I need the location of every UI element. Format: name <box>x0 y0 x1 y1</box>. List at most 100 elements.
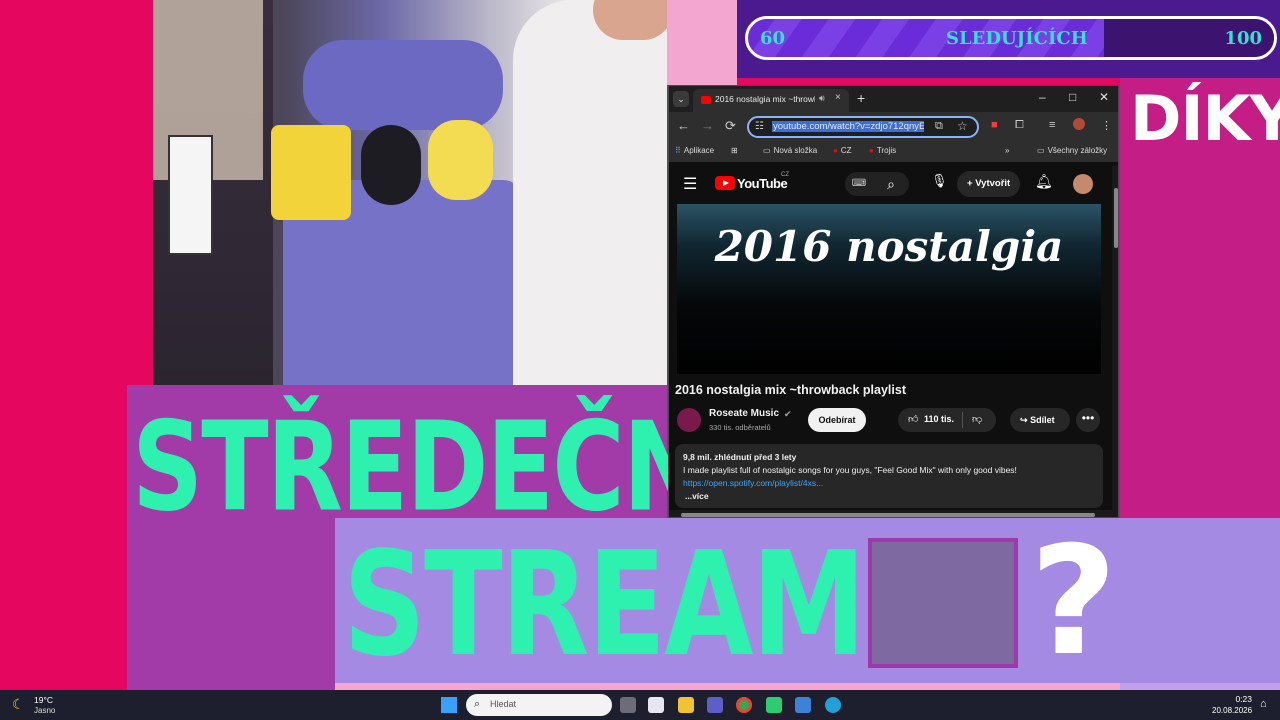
browser-menu-icon[interactable]: ⋮ <box>1101 119 1112 132</box>
webcam-feed <box>153 0 667 385</box>
description-box[interactable]: 9,8 mil. zhlédnutí před 3 lety I made pl… <box>675 444 1103 508</box>
edge-icon[interactable] <box>825 697 841 713</box>
extensions-puzzle-icon[interactable]: ⧠ <box>1015 119 1024 132</box>
search-placeholder: Hledat <box>490 699 517 709</box>
new-tab-button[interactable]: + <box>857 90 865 106</box>
youtube-logo-icon[interactable] <box>715 176 735 190</box>
channel-name[interactable]: Roseate Music <box>709 408 779 419</box>
video-player[interactable]: 2016 nostalgia <box>677 204 1101 374</box>
apps-grid-icon: ⠿ <box>675 146 681 155</box>
bookmark-folder[interactable]: ▭ Nová složka <box>763 146 817 155</box>
clock-time[interactable]: 0:23 <box>1232 694 1252 704</box>
extension-icon[interactable]: ■ <box>991 119 998 131</box>
like-dislike-group: 👍︎ 110 tis. 👎︎ <box>898 408 996 432</box>
share-button[interactable]: ↪ Sdílet <box>1010 408 1070 432</box>
webcam-person-head <box>593 0 667 40</box>
media-control-icon[interactable]: ≡ <box>1049 119 1055 131</box>
address-bar[interactable]: ☷ youtube.com/watch?v=zdjo712qnyE ⧉ ☆ <box>747 116 979 138</box>
youtube-icon: ● <box>833 146 838 155</box>
description-text: I made playlist full of nostalgic songs … <box>683 465 1017 475</box>
task-view-icon[interactable] <box>620 697 636 713</box>
create-button[interactable]: + Vytvořit <box>957 171 1021 197</box>
search-button[interactable]: ⌕ <box>873 172 909 196</box>
like-separator <box>962 412 963 428</box>
speaker-icon[interactable]: 🔊︎ <box>819 93 825 104</box>
minimize-button[interactable]: – <box>1039 90 1046 104</box>
store-icon[interactable] <box>648 697 664 713</box>
tab-groups-icon[interactable]: ⊞ <box>731 146 738 155</box>
moon-icon[interactable]: ☾ <box>12 696 25 713</box>
account-avatar[interactable] <box>1073 174 1093 194</box>
tab-title: 2016 nostalgia mix ~throwback <box>715 94 815 104</box>
folder-icon: ▭ <box>763 146 771 155</box>
site-info-icon[interactable]: ☷ <box>755 121 764 132</box>
share-icon: ↪ <box>1020 415 1028 425</box>
install-app-icon[interactable]: ⧉ <box>935 120 943 133</box>
subscriber-count: 330 tis. odběratelů <box>709 423 771 432</box>
all-bookmarks-folder[interactable]: ▭ Všechny záložky <box>1037 146 1107 155</box>
browser-tab[interactable]: 2016 nostalgia mix ~throwback 🔊︎ × <box>693 89 849 112</box>
show-more-link[interactable]: ...více <box>685 491 709 501</box>
teams-icon[interactable] <box>707 697 723 713</box>
chrome-icon[interactable] <box>736 697 752 713</box>
vertical-scrollbar-thumb[interactable] <box>1114 188 1118 248</box>
photos-icon[interactable] <box>795 697 811 713</box>
close-window-button[interactable]: ✕ <box>1099 90 1109 104</box>
like-count[interactable]: 110 tis. <box>924 414 954 424</box>
file-explorer-icon[interactable] <box>678 697 694 713</box>
keyboard-icon[interactable]: ⌨ <box>845 172 873 196</box>
maximize-button[interactable]: □ <box>1069 90 1076 104</box>
forward-button[interactable]: → <box>701 118 714 133</box>
headline-line-2: STREAM <box>343 522 866 689</box>
youtube-wordmark[interactable]: YouTube <box>737 176 788 191</box>
background-panel-pink <box>667 0 737 85</box>
hamburger-menu-icon[interactable]: ☰ <box>683 174 697 194</box>
tab-search-button[interactable]: ⌄ <box>673 91 689 107</box>
chat-app-icon[interactable] <box>766 697 782 713</box>
notification-icon[interactable]: ⌂ <box>1260 698 1267 710</box>
tab-close-icon[interactable]: × <box>835 92 841 103</box>
notifications-bell-icon[interactable]: 🔔︎ <box>1035 173 1053 190</box>
more-actions-button[interactable]: ••• <box>1076 408 1100 432</box>
follower-goal-label: SLEDUJÍCÍCH <box>946 28 1088 49</box>
youtube-icon <box>701 96 711 104</box>
thanks-label: DÍKY <box>1130 82 1280 155</box>
follower-goal-current: 60 <box>760 28 786 49</box>
video-overlay-text: 2016 nostalgia <box>714 222 1064 271</box>
tab-bar: ⌄ 2016 nostalgia mix ~throwback 🔊︎ × + –… <box>669 86 1118 112</box>
bookmarks-overflow-button[interactable]: » <box>1005 146 1009 155</box>
bookmark-star-icon[interactable]: ☆ <box>957 119 968 133</box>
back-button[interactable]: ← <box>677 118 690 133</box>
subscribe-button[interactable]: Odebírat <box>808 408 866 432</box>
profile-avatar-icon[interactable] <box>1073 118 1085 130</box>
reload-button[interactable]: ⟳ <box>725 118 736 134</box>
webcam-plush-spongebob <box>271 125 351 220</box>
horizontal-scrollbar-thumb[interactable] <box>681 513 1095 517</box>
thumbs-down-icon[interactable]: 👎︎ <box>972 413 982 425</box>
horizontal-scrollbar[interactable] <box>669 510 1118 517</box>
taskbar-search[interactable]: ⌕ Hledat <box>466 694 612 716</box>
thumbs-up-icon[interactable]: 👍︎ <box>908 413 918 425</box>
headline-line-1: STŘEDEČNÍ <box>132 395 740 539</box>
bookmarks-bar: ⠿ Aplikace ⊞ ▭ Nová složka ● CZ ● Trojis » ▭… <box>669 142 1118 162</box>
weather-temperature[interactable]: 19°C <box>34 695 53 705</box>
windows-start-icon[interactable] <box>441 697 457 713</box>
bookmark-apps[interactable]: ⠿ Aplikace <box>675 146 714 155</box>
vertical-scrollbar[interactable] <box>1112 166 1118 510</box>
webcam-person <box>513 0 667 385</box>
url-text[interactable]: youtube.com/watch?v=zdjo712qnyE <box>772 121 924 132</box>
description-link[interactable]: https://open.spotify.com/playlist/4xs... <box>683 478 823 488</box>
bookmark-trojis[interactable]: ● Trojis <box>869 146 896 155</box>
clock-date[interactable]: 20.08.2026 <box>1212 706 1252 715</box>
microphone-icon[interactable]: 🎙︎ <box>931 173 948 189</box>
view-count-date: 9,8 mil. zhlédnutí před 3 lety <box>683 452 797 462</box>
follower-goal-target: 100 <box>1224 28 1262 49</box>
folder-icon: ▭ <box>1037 146 1045 155</box>
bookmark-cz[interactable]: ● CZ <box>833 146 852 155</box>
video-title: 2016 nostalgia mix ~throwback playlist <box>675 383 906 397</box>
webcam-license-plate <box>168 135 213 255</box>
channel-avatar[interactable] <box>677 408 701 432</box>
taskbar: ☾ 19°C Jasno ⌕ Hledat 0:23 20.08.2026 ⌂ <box>0 690 1280 720</box>
search-icon: ⌕ <box>474 698 481 710</box>
weather-condition[interactable]: Jasno <box>34 706 55 715</box>
